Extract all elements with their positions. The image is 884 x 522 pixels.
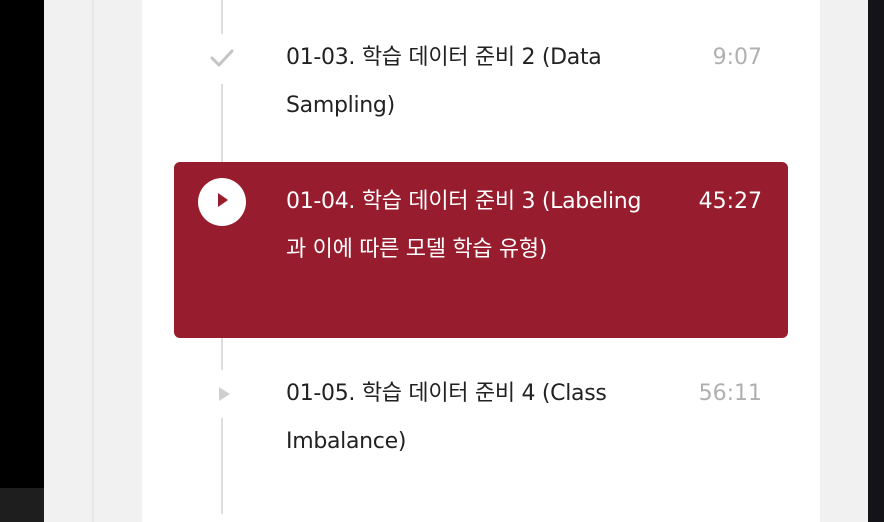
check-icon [210,48,234,72]
lesson-duration: 9:07 [712,45,762,70]
lesson-title: 01-04. 학습 데이터 준비 3 (Labeling과 이에 따른 모델 학… [286,189,642,262]
lesson-title: 01-05. 학습 데이터 준비 4 (Class Imbalance) [286,381,607,454]
lesson-duration: 45:27 [698,189,762,214]
panel-divider [92,0,94,522]
play-small-icon [216,386,232,406]
lesson-title: 01-03. 학습 데이터 준비 2 (Data Sampling) [286,45,602,118]
lesson-item[interactable]: 01-03. 학습 데이터 준비 2 (Data Sampling) 9:07 [174,34,788,130]
left-dark-edge-bottom [0,488,44,522]
right-dark-edge [868,0,884,522]
timeline-line [221,0,223,34]
left-dark-edge [0,0,44,522]
play-button[interactable] [198,178,246,226]
lesson-duration: 56:11 [698,381,762,406]
lesson-item-active[interactable]: 01-04. 학습 데이터 준비 3 (Labeling과 이에 따른 모델 학… [174,162,788,338]
lesson-item[interactable]: 01-05. 학습 데이터 준비 4 (Class Imbalance) 56:… [174,370,788,466]
timeline-line [221,338,223,370]
play-icon [214,191,230,213]
